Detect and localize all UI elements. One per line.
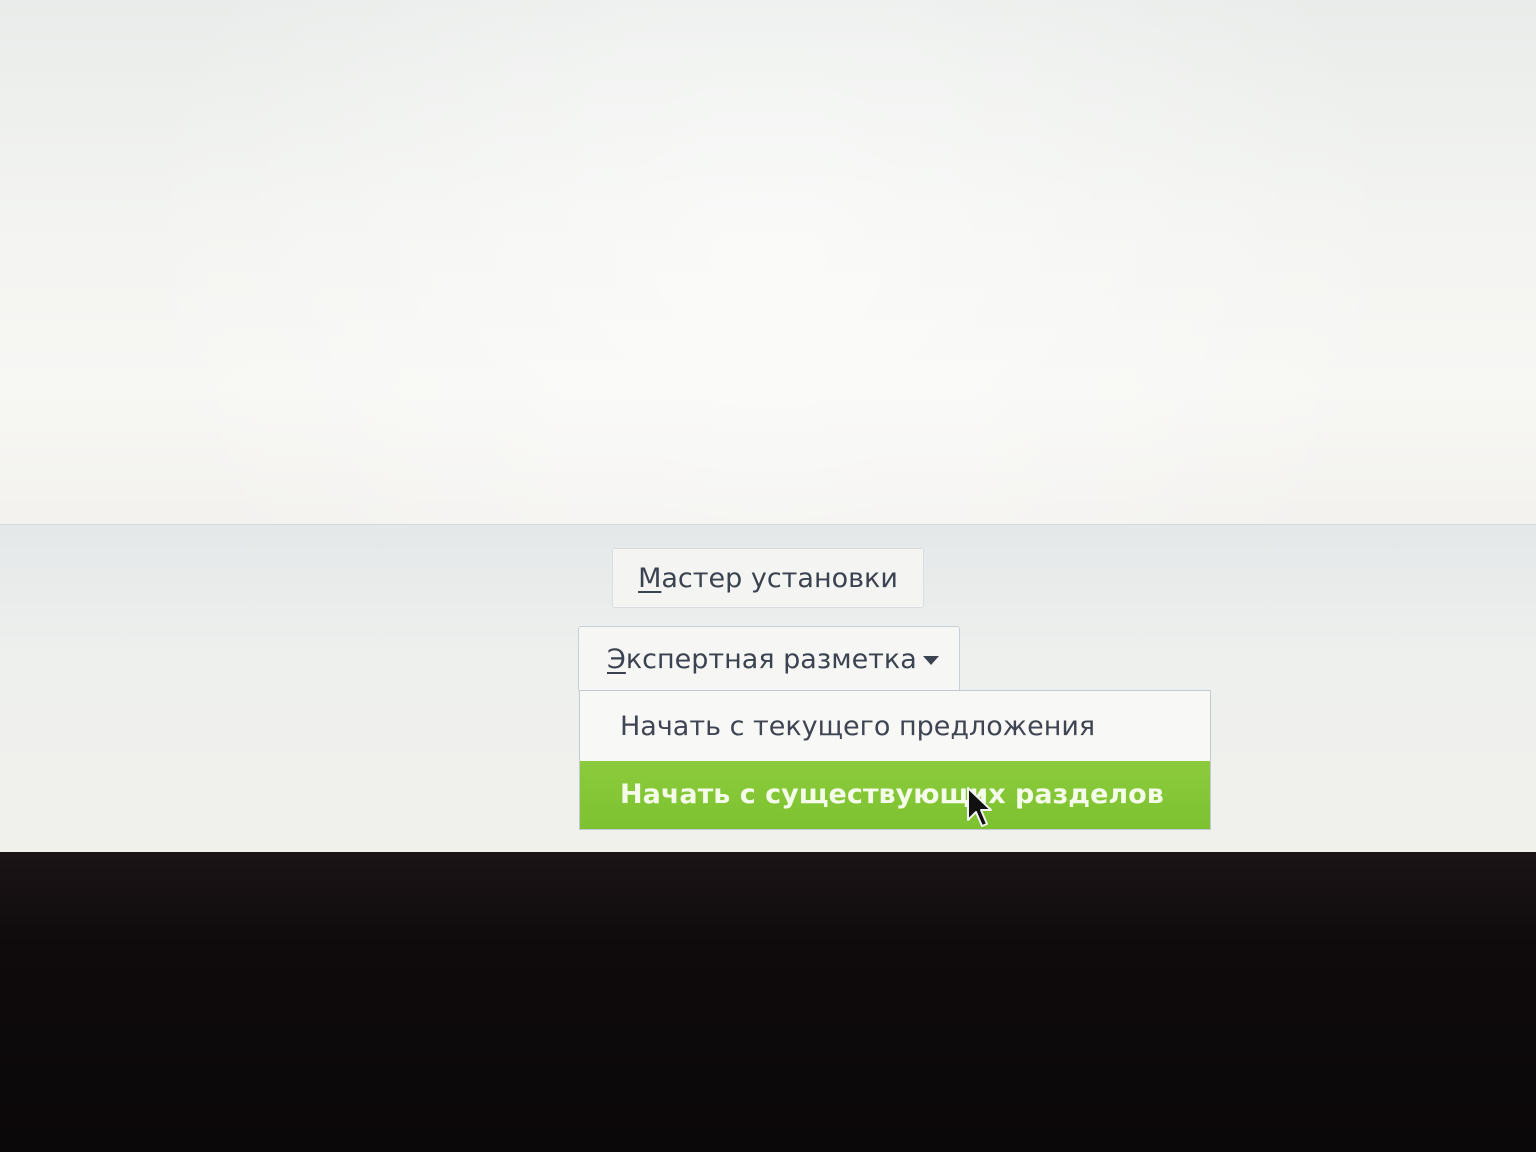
expert-partitioning-button[interactable]: Экспертная разметка bbox=[578, 626, 960, 692]
expert-partitioning-menu: Начать с текущего предложения Начать с с… bbox=[579, 690, 1211, 830]
menu-item-start-existing-partitions[interactable]: Начать с существующих разделов bbox=[580, 761, 1210, 829]
expert-label: кспертная разметка bbox=[625, 644, 917, 675]
content-area bbox=[0, 0, 1536, 524]
screen: Мастер установки Экспертная разметка Нач… bbox=[0, 0, 1536, 862]
menu-item-start-current-proposal[interactable]: Начать с текущего предложения bbox=[580, 693, 1210, 761]
expert-mnemonic: Э bbox=[607, 644, 626, 675]
setup-wizard-button[interactable]: Мастер установки bbox=[612, 548, 924, 608]
mouse-pointer-icon bbox=[967, 787, 992, 827]
wizard-mnemonic: М bbox=[638, 563, 662, 594]
chevron-down-icon bbox=[923, 656, 939, 665]
monitor-bezel bbox=[0, 852, 1536, 1152]
wizard-label: астер установки bbox=[661, 563, 898, 594]
